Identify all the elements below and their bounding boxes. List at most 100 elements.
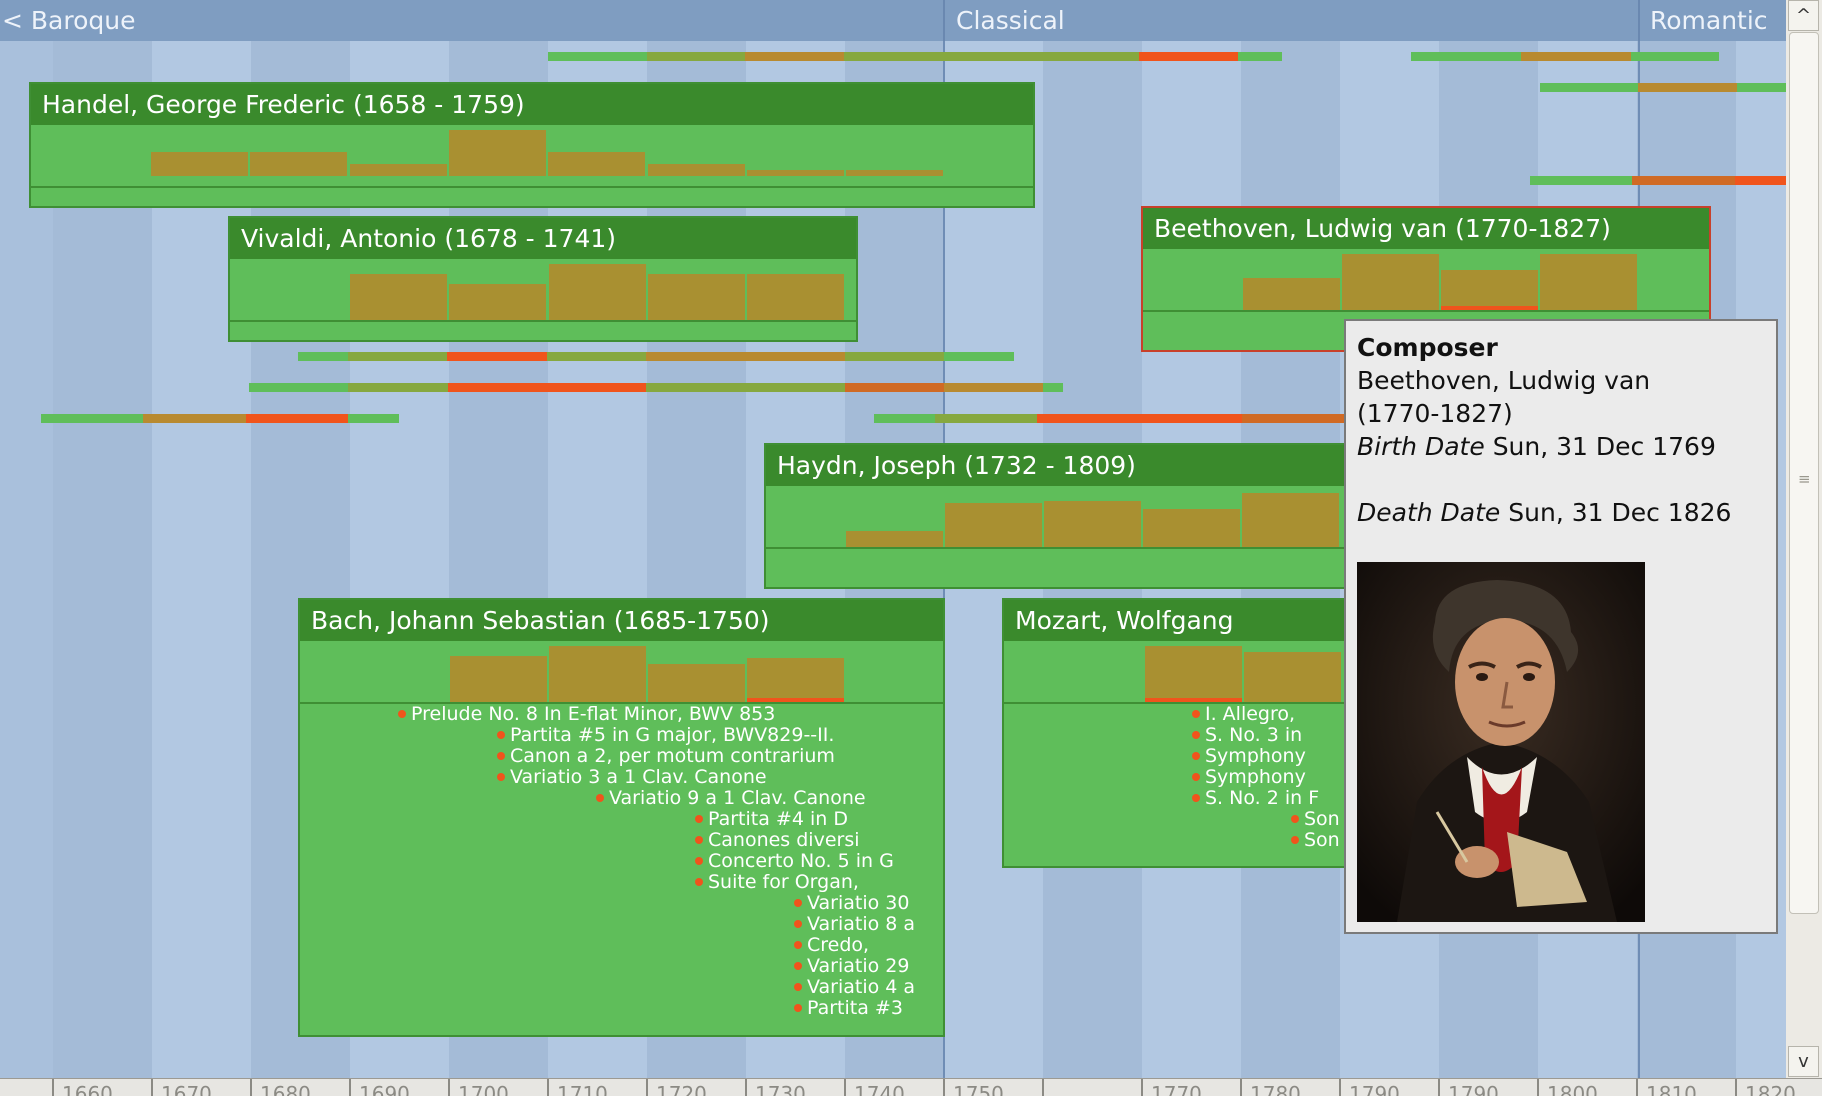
ruler-year-label: 1790 (1448, 1082, 1499, 1096)
ruler-tick (448, 1079, 450, 1096)
vertical-scrollbar[interactable]: ^ ≡ v (1786, 0, 1822, 1078)
work-item[interactable]: I. Allegro, (1191, 704, 1295, 725)
histogram-bar (250, 152, 347, 176)
histogram-bar (648, 274, 745, 320)
work-item[interactable]: Son (1291, 809, 1340, 830)
composer-activity-strip[interactable] (548, 52, 1283, 61)
histogram-baseline (230, 320, 856, 322)
composer-activity-strip[interactable] (1411, 52, 1719, 61)
work-item[interactable]: Partita #3 (794, 998, 903, 1019)
histogram-bar (151, 152, 248, 176)
ruler-tick (547, 1079, 549, 1096)
histogram-bar (449, 284, 546, 320)
ruler-year-label: 1730 (755, 1082, 806, 1096)
work-item[interactable]: Canones diversi (695, 830, 860, 851)
histogram-bar (945, 503, 1042, 547)
work-item[interactable]: Variatio 9 a 1 Clav. Canone (596, 788, 866, 809)
timeline-viewport[interactable]: < Baroque Classical Romantic Handel, Geo… (0, 0, 1786, 1078)
work-item[interactable]: Son (1291, 830, 1340, 851)
composer-title[interactable]: Vivaldi, Antonio (1678 - 1741) (230, 218, 856, 259)
work-item[interactable]: Variatio 4 a (793, 977, 915, 998)
composer-info-popup: Composer Beethoven, Ludwig van (1770-182… (1344, 319, 1778, 934)
histogram-baseline (766, 547, 1362, 549)
ruler-year-label: 1820 (1745, 1082, 1796, 1096)
scrollbar-grip-icon: ≡ (1798, 470, 1811, 488)
work-item[interactable]: Partita #5 in G major, BWV829--II. (496, 725, 834, 746)
composer-portrait (1357, 562, 1645, 922)
work-item[interactable]: Symphony (1192, 746, 1306, 767)
birth-date-label: Birth Date (1357, 432, 1485, 461)
ruler-tick (1042, 1079, 1044, 1096)
histogram-bar (846, 170, 943, 176)
ruler-year-label: 1770 (1151, 1082, 1202, 1096)
ruler-year-label: 1670 (161, 1082, 212, 1096)
histogram-bar (548, 152, 645, 176)
composer-title[interactable]: Beethoven, Ludwig van (1770-1827) (1143, 208, 1709, 249)
era-baroque-link[interactable]: < Baroque (2, 6, 135, 35)
composer-card-haydn[interactable]: Haydn, Joseph (1732 - 1809) (764, 443, 1364, 589)
work-item[interactable]: Variatio 8 a (793, 914, 915, 935)
ruler-tick (1240, 1079, 1242, 1096)
histogram-bar (1243, 278, 1340, 310)
composer-title[interactable]: Haydn, Joseph (1732 - 1809) (766, 445, 1362, 486)
ruler-year-label: 1660 (62, 1082, 113, 1096)
work-item[interactable]: Concerto No. 5 in G (695, 851, 894, 872)
work-item[interactable]: Canon a 2, per motum contrarium (497, 746, 835, 767)
ruler-tick (745, 1079, 747, 1096)
histogram-bar (1143, 509, 1240, 547)
scrollbar-thumb[interactable]: ≡ (1789, 32, 1819, 914)
work-item[interactable]: Variatio 30 (793, 893, 909, 914)
popup-death-date: Death Date Sun, 31 Dec 1826 (1357, 498, 1731, 527)
work-item[interactable]: Prelude No. 8 In E-flat Minor, BWV 853 (397, 704, 775, 725)
era-classical-label: Classical (956, 6, 1065, 35)
ruler-year-label: 1800 (1547, 1082, 1598, 1096)
ruler-tick (844, 1079, 846, 1096)
work-item[interactable]: S. No. 2 in F (1191, 788, 1319, 809)
histogram-bar (1441, 270, 1538, 310)
era-romantic-link[interactable]: Romantic (1650, 6, 1768, 35)
ruler-tick (943, 1079, 945, 1096)
ruler-tick (1537, 1079, 1539, 1096)
composer-title[interactable]: Mozart, Wolfgang (1004, 600, 1360, 641)
histogram-bar (350, 164, 447, 176)
era-divider (1638, 0, 1640, 41)
work-item[interactable]: Variatio 29 (793, 956, 909, 977)
work-item[interactable]: S. No. 3 in (1191, 725, 1302, 746)
composer-activity-strip[interactable] (41, 414, 399, 423)
composer-card-bach[interactable]: Bach, Johann Sebastian (1685-1750) Prelu… (298, 598, 945, 1037)
work-item[interactable]: Partita #4 in D (695, 809, 848, 830)
composer-card-mozart[interactable]: Mozart, Wolfgang I. Allegro, S. No. 3 in… (1002, 598, 1362, 868)
ruler-year-label: 1710 (557, 1082, 608, 1096)
composer-activity-strip[interactable] (1530, 176, 1786, 185)
ruler-tick (1735, 1079, 1737, 1096)
composer-card-handel[interactable]: Handel, George Frederic (1658 - 1759) (29, 82, 1035, 208)
composer-title[interactable]: Bach, Johann Sebastian (1685-1750) (300, 600, 943, 641)
era-bar: < Baroque Classical Romantic (0, 0, 1786, 41)
composer-card-vivaldi[interactable]: Vivaldi, Antonio (1678 - 1741) (228, 216, 858, 342)
ruler-year-label: 1810 (1646, 1082, 1697, 1096)
scroll-up-button[interactable]: ^ (1788, 0, 1819, 31)
ruler-tick (1636, 1079, 1638, 1096)
work-item[interactable]: Variatio 3 a 1 Clav. Canone (497, 767, 767, 788)
composer-activity-strip[interactable] (1540, 83, 1786, 92)
composer-activity-strip[interactable] (874, 414, 1344, 423)
composer-activity-strip[interactable] (249, 383, 1063, 392)
work-item[interactable]: Symphony (1192, 767, 1306, 788)
histogram-bar (449, 130, 546, 176)
work-item[interactable]: Suite for Organ, (695, 872, 859, 893)
histogram-bar (549, 264, 646, 320)
work-item[interactable]: Credo, (793, 935, 869, 956)
death-date-value: Sun, 31 Dec 1826 (1508, 498, 1732, 527)
popup-birth-date: Birth Date Sun, 31 Dec 1769 (1357, 432, 1716, 461)
popup-heading: Composer (1357, 333, 1498, 362)
composer-title[interactable]: Handel, George Frederic (1658 - 1759) (31, 84, 1033, 125)
scroll-down-button[interactable]: v (1788, 1046, 1819, 1077)
histogram-bar (1540, 254, 1637, 310)
ruler-year-label: 1780 (1250, 1082, 1301, 1096)
ruler-year-label: 1700 (458, 1082, 509, 1096)
histogram-bar (648, 664, 745, 702)
ruler-year-label: 1720 (656, 1082, 707, 1096)
ruler-year-label: 1750 (953, 1082, 1004, 1096)
ruler-year-label: 1680 (260, 1082, 311, 1096)
composer-activity-strip[interactable] (298, 352, 1014, 361)
